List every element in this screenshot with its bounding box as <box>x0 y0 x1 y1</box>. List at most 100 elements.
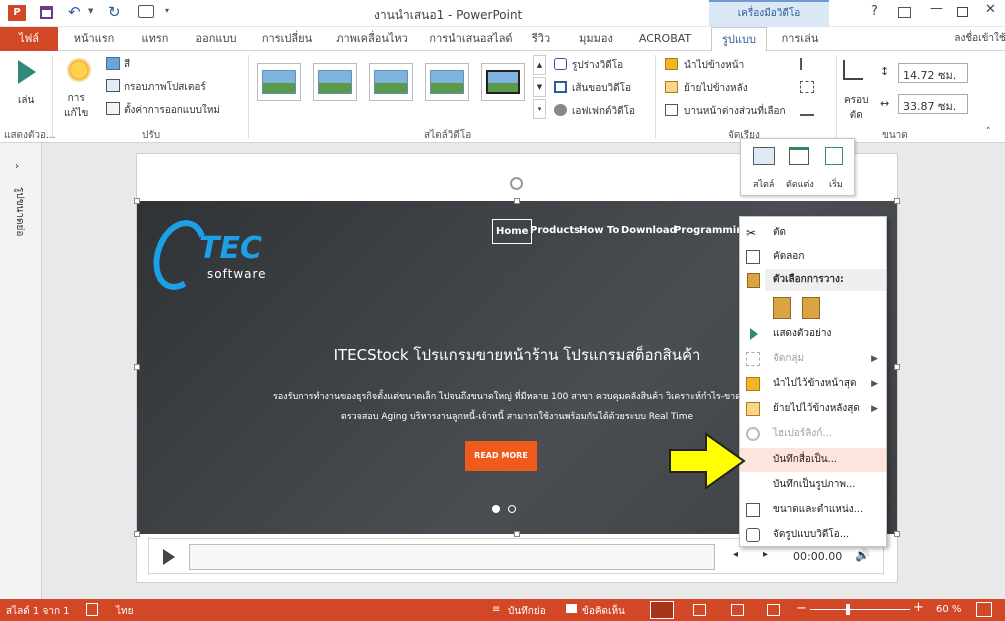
step-back-icon[interactable]: ◂ <box>733 549 738 560</box>
ribbon-collapse-icon[interactable]: ˄ <box>986 127 991 137</box>
notes-button[interactable]: บันทึกย่อ <box>508 604 546 619</box>
tab-format[interactable]: รูปแบบ <box>711 27 767 51</box>
maximize-button[interactable] <box>957 7 968 17</box>
video-border-button[interactable]: เส้นขอบวิดีโอ <box>572 81 631 96</box>
tab-insert[interactable]: แทรก <box>130 27 180 51</box>
volume-icon[interactable]: 🔊 <box>855 548 870 562</box>
resize-handle[interactable] <box>134 364 140 370</box>
step-forward-icon[interactable]: ▸ <box>763 549 768 560</box>
resize-handle[interactable] <box>514 198 520 204</box>
reset-design-button[interactable]: ตั้งค่าการออกแบบใหม่ <box>124 103 220 118</box>
slide-sorter-icon[interactable] <box>693 604 706 616</box>
seek-bar[interactable] <box>189 544 715 570</box>
resize-handle[interactable] <box>894 198 900 204</box>
menu-bring-front[interactable]: นำไปไว้ข้างหน้าสุด ▶ <box>740 372 886 396</box>
start-button[interactable]: เริ่ม <box>829 177 843 191</box>
menu-format-video[interactable]: จัดรูปแบบวิดีโอ... <box>740 523 886 547</box>
tab-file[interactable]: ไฟล์ <box>0 27 58 51</box>
zoom-slider[interactable] <box>810 609 910 610</box>
video-style-5[interactable] <box>481 63 525 101</box>
crop-button[interactable]: ครอบ ตัด <box>844 93 868 123</box>
thumbnail-pane[interactable]: › รูปขนาดย่อ <box>0 143 42 599</box>
spelling-icon[interactable] <box>86 603 98 616</box>
video-style-3[interactable] <box>369 63 413 101</box>
zoom-out-button[interactable]: − <box>796 601 807 616</box>
crop-icon[interactable] <box>843 60 863 80</box>
style-button[interactable]: สไตล์ <box>753 177 774 191</box>
presentation-start-icon[interactable] <box>138 5 154 18</box>
expand-thumbnails-icon[interactable]: › <box>15 161 19 172</box>
trim-icon[interactable] <box>789 147 809 165</box>
powerpoint-logo-icon[interactable]: P <box>8 5 26 21</box>
tab-review[interactable]: รีวิว <box>526 27 556 51</box>
gallery-more[interactable]: ▾ <box>533 99 546 119</box>
menu-preview[interactable]: แสดงตัวอย่าง <box>740 322 886 346</box>
undo-dropdown-icon[interactable]: ▼ <box>88 7 93 15</box>
menu-copy[interactable]: คัดลอก <box>740 245 886 269</box>
ribbon-display-button[interactable] <box>898 7 911 18</box>
fit-to-window-icon[interactable] <box>976 602 992 617</box>
trim-button[interactable]: ตัดแต่ง <box>786 177 814 191</box>
menu-save-media-as[interactable]: บันทึกสื่อเป็น... <box>740 448 886 472</box>
minimize-button[interactable]: — <box>930 1 943 16</box>
resize-handle[interactable] <box>894 531 900 537</box>
redo-icon[interactable]: ↻ <box>108 3 121 21</box>
selection-pane-button[interactable]: บานหน้าต่างส่วนที่เลือก <box>684 104 786 119</box>
save-icon[interactable] <box>40 6 53 19</box>
zoom-in-button[interactable]: + <box>913 600 924 615</box>
customize-qat-icon[interactable]: ▾ <box>165 6 169 15</box>
tab-design[interactable]: ออกแบบ <box>188 27 244 51</box>
video-shape-button[interactable]: รูปร่างวิดีโอ <box>572 58 623 73</box>
color-button[interactable]: สี <box>124 57 130 72</box>
normal-view-icon[interactable] <box>650 601 674 619</box>
video-effects-button[interactable]: เอฟเฟกต์วิดีโอ <box>572 104 635 119</box>
paste-keep-source-icon[interactable] <box>773 297 791 319</box>
rotate-icon[interactable] <box>800 104 814 116</box>
send-backward-button[interactable]: ย้ายไปข้างหลัง <box>684 81 748 96</box>
style-icon[interactable] <box>753 147 775 165</box>
reading-view-icon[interactable] <box>731 604 744 616</box>
tab-animations[interactable]: ภาพเคลื่อนไหว <box>330 27 414 51</box>
tab-playback[interactable]: การเล่น <box>772 27 828 51</box>
play-icon[interactable] <box>18 60 36 84</box>
group-icon[interactable] <box>800 81 814 93</box>
play-button[interactable]: เล่น <box>18 93 34 108</box>
rotate-handle-icon[interactable] <box>510 177 523 190</box>
language-label[interactable]: ไทย <box>116 604 133 619</box>
resize-handle[interactable] <box>134 198 140 204</box>
menu-size-position[interactable]: ขนาดและตำแหน่ง... <box>740 498 886 522</box>
tab-home[interactable]: หน้าแรก <box>65 27 123 51</box>
menu-send-back[interactable]: ย้ายไปไว้ข้างหลังสุด ▶ <box>740 397 886 421</box>
slideshow-view-icon[interactable] <box>767 604 780 616</box>
gallery-scroll-up[interactable]: ▲ <box>533 55 546 75</box>
resize-handle[interactable] <box>514 531 520 537</box>
video-style-4[interactable] <box>425 63 469 101</box>
align-icon[interactable] <box>800 58 814 70</box>
gallery-scroll-down[interactable]: ▼ <box>533 77 546 97</box>
corrections-button[interactable]: การ แก้ไข <box>64 91 88 121</box>
video-style-2[interactable] <box>313 63 357 101</box>
video-style-1[interactable] <box>257 63 301 101</box>
zoom-slider-thumb[interactable] <box>846 604 850 615</box>
height-input[interactable]: 14.72 ซม. <box>898 63 968 83</box>
resize-handle[interactable] <box>894 364 900 370</box>
close-button[interactable]: ✕ <box>985 2 996 17</box>
tab-slideshow[interactable]: การนำเสนอสไลด์ <box>422 27 520 51</box>
zoom-level[interactable]: 60 % <box>936 604 961 615</box>
tab-acrobat[interactable]: ACROBAT <box>632 27 698 51</box>
paste-picture-icon[interactable] <box>802 297 820 319</box>
start-icon[interactable] <box>825 147 843 165</box>
signin-link[interactable]: ลงชื่อเข้าใช้ <box>950 27 1005 51</box>
corrections-icon[interactable] <box>66 57 92 83</box>
comments-button[interactable]: ข้อคิดเห็น <box>582 604 625 619</box>
tab-transitions[interactable]: การเปลี่ยน <box>254 27 320 51</box>
bring-forward-button[interactable]: นำไปข้างหน้า <box>684 58 744 73</box>
menu-save-as-picture[interactable]: บันทึกเป็นรูปภาพ... <box>740 473 886 497</box>
resize-handle[interactable] <box>134 531 140 537</box>
help-button[interactable]: ? <box>871 4 878 19</box>
menu-cut[interactable]: ✂ ตัด <box>740 221 886 245</box>
tab-view[interactable]: มุมมอง <box>570 27 622 51</box>
width-input[interactable]: 33.87 ซม. <box>898 94 968 114</box>
undo-icon[interactable]: ↶ <box>68 3 81 21</box>
poster-frame-button[interactable]: กรอบภาพโปสเตอร์ <box>124 80 206 95</box>
